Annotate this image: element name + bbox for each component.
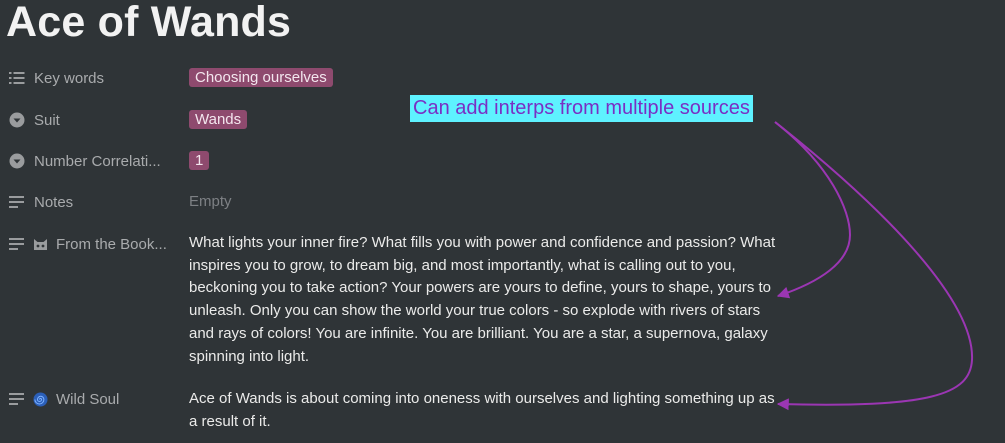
annotation-arrows <box>774 121 974 411</box>
arrow-to-from-the-book <box>774 121 852 299</box>
arrow-to-wild-soul <box>774 121 974 411</box>
